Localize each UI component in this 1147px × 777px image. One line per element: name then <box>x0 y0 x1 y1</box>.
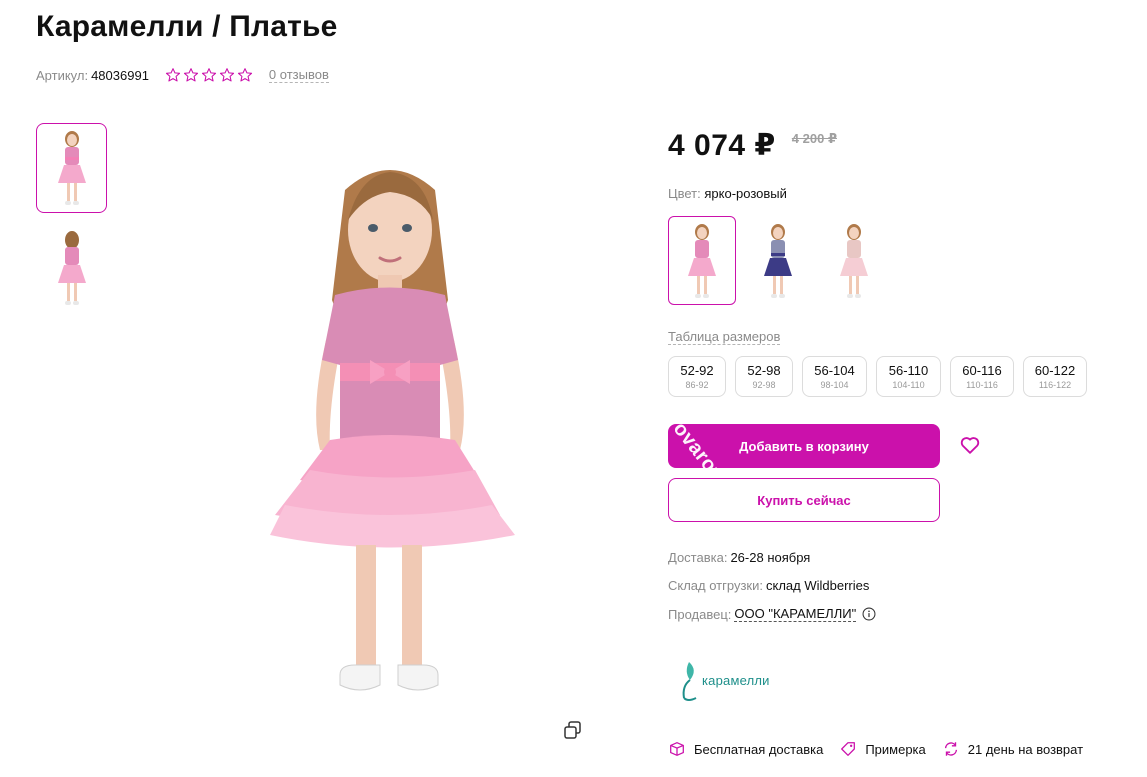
price-current: 4 074 ₽ <box>668 129 776 162</box>
product-title: Карамелли / Платье <box>36 10 338 43</box>
feature-try-on: Примерка <box>839 740 926 758</box>
price-old: 4 200 ₽ <box>791 131 837 146</box>
color-swatch-navy[interactable] <box>744 216 812 305</box>
size-height: 104-110 <box>892 379 925 390</box>
color-swatch-peach[interactable] <box>820 216 888 305</box>
product-thumbnail-image <box>57 131 86 205</box>
heart-icon[interactable] <box>959 434 981 456</box>
product-meta: Артикул: 48036991 0 отзывов <box>36 66 329 84</box>
product-photo <box>270 170 515 691</box>
feature-label: Примерка <box>865 741 926 757</box>
size-option[interactable]: 56-104 98-104 <box>802 356 867 397</box>
color-swatches <box>668 216 888 305</box>
size-height: 110-116 <box>966 379 998 390</box>
tag-icon <box>841 742 856 756</box>
size-option[interactable]: 52-92 86-92 <box>668 356 726 397</box>
buy-now-button[interactable]: Купить сейчас <box>668 478 940 522</box>
color-info: Цвет: ярко-розовый <box>668 186 787 201</box>
color-swatch-image <box>764 223 792 298</box>
seller-link[interactable]: ООО "КАРАМЕЛЛИ" <box>734 606 857 622</box>
size-value: 52-98 <box>747 362 781 378</box>
article-label: Артикул: <box>36 67 89 83</box>
star-icon <box>201 68 216 82</box>
size-height: 98-104 <box>820 379 849 390</box>
size-selector: 52-92 86-92 52-98 92-98 56-104 98-104 56… <box>668 356 1087 397</box>
feature-label: Бесплатная доставка <box>694 741 824 757</box>
star-icon <box>165 68 180 82</box>
color-swatch-pink[interactable] <box>668 216 736 305</box>
feature-list: Бесплатная доставка Примерка 21 день на … <box>668 740 1099 758</box>
expand-image-icon[interactable] <box>563 720 583 740</box>
size-height: 116-122 <box>1038 379 1072 390</box>
article-value: 48036991 <box>91 67 149 83</box>
add-to-cart-label: Добавить в корзину <box>739 438 869 454</box>
size-option[interactable]: 60-116 110-116 <box>950 356 1014 397</box>
size-height: 92-98 <box>752 379 776 390</box>
star-icon <box>183 68 198 82</box>
size-value: 60-116 <box>962 362 1002 378</box>
size-table-link[interactable]: Таблица размеров <box>668 329 781 345</box>
return-arrows-icon <box>944 742 957 756</box>
seller-info: Продавец: ООО "КАРАМЕЛЛИ" <box>668 606 876 622</box>
size-option[interactable]: 52-98 92-98 <box>735 356 793 397</box>
warehouse-info: Склад отгрузки: склад Wildberries <box>668 578 869 593</box>
size-value: 60-122 <box>1034 362 1076 378</box>
delivery-info: Доставка: 26-28 ноября <box>668 550 810 565</box>
add-to-cart-button[interactable]: Добавить в корзину ovaroved <box>668 424 940 468</box>
color-swatch-image <box>688 223 716 298</box>
star-icon <box>219 68 234 82</box>
brand-leaf-icon <box>682 662 697 701</box>
thumbnail-list <box>36 123 108 323</box>
watermark-text: ovaroved <box>668 424 744 468</box>
warehouse-value: склад Wildberries <box>765 578 870 593</box>
delivery-label: Доставка: <box>668 550 728 565</box>
warehouse-label: Склад отгрузки: <box>668 578 763 593</box>
size-value: 56-104 <box>814 362 855 378</box>
color-label: Цвет: <box>668 186 701 201</box>
size-value: 56-110 <box>888 362 929 378</box>
brand-logo[interactable]: карамелли <box>678 656 778 704</box>
price-block: 4 074 ₽ 4 200 ₽ <box>668 128 837 163</box>
feature-free-delivery: Бесплатная доставка <box>668 740 823 758</box>
feature-return: 21 день на возврат <box>942 740 1083 758</box>
reviews-link[interactable]: 0 отзывов <box>268 67 329 83</box>
size-option[interactable]: 56-110 104-110 <box>876 356 941 397</box>
box-icon <box>670 742 684 756</box>
color-swatch-image <box>840 223 868 298</box>
star-icon <box>237 68 252 82</box>
feature-label: 21 день на возврат <box>967 741 1084 757</box>
main-product-image[interactable] <box>230 150 550 730</box>
delivery-value: 26-28 ноября <box>730 550 811 565</box>
size-height: 86-92 <box>685 379 709 390</box>
color-value: ярко-розовый <box>704 186 787 201</box>
size-value: 52-92 <box>680 362 714 378</box>
size-option[interactable]: 60-122 116-122 <box>1023 356 1087 397</box>
product-thumbnail-image <box>57 231 86 305</box>
thumbnail-front[interactable] <box>36 123 107 213</box>
seller-label: Продавец: <box>668 606 732 622</box>
thumbnail-back[interactable] <box>36 223 107 313</box>
rating-stars[interactable] <box>165 67 253 83</box>
brand-name: карамелли <box>702 672 770 688</box>
info-icon[interactable] <box>862 607 876 621</box>
